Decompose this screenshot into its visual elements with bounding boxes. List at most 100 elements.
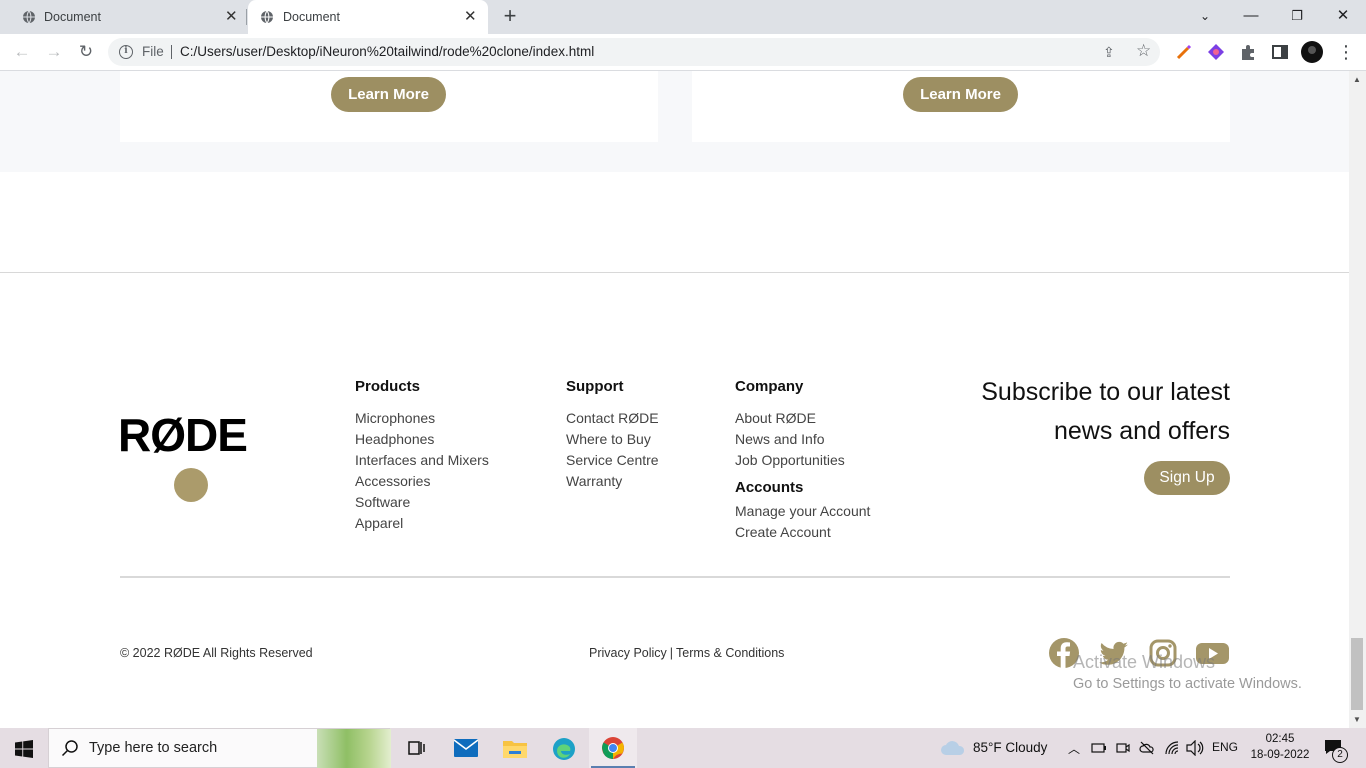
column-title: Products — [355, 378, 421, 395]
minimize-button[interactable]: — — [1239, 5, 1263, 27]
subscribe-line-1: Subscribe to our latest — [981, 378, 1230, 406]
footer-column-products: Products Microphones Headphones Interfac… — [355, 376, 489, 534]
wifi-icon[interactable] — [1164, 740, 1180, 756]
task-view-button[interactable] — [392, 728, 440, 768]
restore-button[interactable]: ❐ — [1285, 5, 1309, 27]
footer-link-apparel[interactable]: Apparel — [355, 513, 489, 534]
browser-menu-icon[interactable]: ⋮ — [1336, 42, 1356, 62]
back-button[interactable]: ← — [12, 42, 32, 62]
terms-link[interactable]: Terms & Conditions — [676, 646, 784, 660]
tab-search-icon[interactable]: ⌄ — [1193, 5, 1217, 27]
scroll-up-arrow-icon[interactable]: ▲ — [1353, 75, 1361, 84]
meet-now-icon[interactable] — [1116, 741, 1130, 755]
chrome-icon — [602, 737, 624, 759]
footer-link-software[interactable]: Software — [355, 492, 489, 513]
footer-column-company: Company About RØDE News and Info Job Opp… — [735, 376, 870, 543]
column-title: Company — [735, 378, 804, 395]
weather-text[interactable]: 85°F Cloudy — [973, 740, 1047, 755]
privacy-policy-link[interactable]: Privacy Policy — [589, 646, 667, 660]
close-window-button[interactable]: ✕ — [1331, 5, 1355, 27]
clock-time: 02:45 — [1265, 733, 1295, 745]
learn-more-button[interactable]: Learn More — [331, 77, 446, 112]
footer-link-interfaces[interactable]: Interfaces and Mixers — [355, 450, 489, 471]
logo-dot — [174, 468, 208, 502]
sign-up-button[interactable]: Sign Up — [1144, 461, 1230, 495]
clock-date: 18-09-2022 — [1250, 749, 1310, 761]
address-bar[interactable]: i File C:/Users/user/Desktop/iNeuron%20t… — [108, 38, 1160, 66]
product-card: Learn More — [692, 71, 1230, 142]
footer-link-service-centre[interactable]: Service Centre — [566, 450, 659, 471]
footer-link-jobs[interactable]: Job Opportunities — [735, 450, 870, 471]
browser-tab-2-active[interactable]: Document ✕ — [248, 0, 488, 34]
weather-cloud-icon[interactable] — [940, 738, 966, 756]
side-panel-icon[interactable] — [1271, 43, 1289, 61]
url-scheme-label: File — [142, 44, 164, 59]
globe-icon — [261, 10, 273, 24]
url-text[interactable]: C:/Users/user/Desktop/iNeuron%20tailwind… — [180, 44, 594, 59]
footer-link-news[interactable]: News and Info — [735, 429, 870, 450]
browser-tab-1[interactable]: Document ✕ — [0, 0, 246, 34]
profile-avatar[interactable] — [1301, 41, 1323, 63]
task-view-icon — [408, 741, 425, 755]
subscribe-line-2: news and offers — [1053, 417, 1230, 445]
mail-icon — [454, 739, 478, 757]
language-indicator[interactable]: ENG — [1212, 740, 1238, 754]
rode-logo[interactable]: RØDE — [118, 407, 248, 463]
edge-icon — [553, 738, 575, 760]
battery-icon[interactable] — [1091, 741, 1107, 755]
search-highlight-image — [317, 729, 391, 768]
share-icon[interactable]: ⇪ — [1103, 44, 1115, 61]
footer-link-contact[interactable]: Contact RØDE — [566, 408, 659, 429]
footer-link-headphones[interactable]: Headphones — [355, 429, 489, 450]
column-title: Support — [566, 378, 624, 395]
footer-link-create-account[interactable]: Create Account — [735, 522, 870, 543]
footer-link-microphones[interactable]: Microphones — [355, 408, 489, 429]
taskbar-clock[interactable]: 02:45 18-09-2022 — [1245, 731, 1315, 763]
extensions-puzzle-icon[interactable] — [1239, 43, 1257, 61]
extension-pen-icon[interactable] — [1175, 43, 1193, 61]
taskbar-file-explorer[interactable] — [491, 728, 539, 768]
bookmark-star-icon[interactable]: ☆ — [1136, 41, 1151, 61]
footer-top-divider — [0, 272, 1349, 273]
windows-start-icon[interactable] — [15, 740, 33, 758]
footer-link-manage-account[interactable]: Manage your Account — [735, 501, 870, 522]
volume-icon[interactable] — [1186, 740, 1204, 756]
forward-button[interactable]: → — [44, 42, 64, 62]
taskbar-mail-app[interactable] — [442, 728, 490, 768]
tab-title: Document — [283, 10, 340, 24]
footer-link-about[interactable]: About RØDE — [735, 408, 870, 429]
product-card: Learn More — [120, 71, 658, 142]
taskbar-edge-browser[interactable] — [540, 728, 588, 768]
extension-diamond-icon[interactable] — [1207, 43, 1225, 61]
tab-title: Document — [44, 10, 101, 24]
address-divider — [171, 45, 172, 59]
new-tab-button[interactable]: + — [500, 5, 520, 28]
footer-link-where-to-buy[interactable]: Where to Buy — [566, 429, 659, 450]
onedrive-off-icon[interactable] — [1139, 740, 1155, 756]
browser-tab-strip: Document ✕ Document ✕ + ⌄ — ❐ ✕ — [0, 0, 1366, 34]
page-scrollbar[interactable]: ▲ ▼ — [1349, 71, 1366, 728]
copyright-text: © 2022 RØDE All Rights Reserved — [120, 646, 313, 660]
close-tab-icon[interactable]: ✕ — [464, 9, 477, 25]
page-viewport: Learn More Learn More RØDE Products Micr… — [0, 71, 1349, 728]
reload-button[interactable]: ↻ — [76, 42, 96, 62]
learn-more-button[interactable]: Learn More — [903, 77, 1018, 112]
cards-section: Learn More Learn More — [0, 71, 1349, 172]
taskbar-chrome-browser[interactable] — [589, 728, 637, 768]
chevron-up-icon[interactable]: ︿ — [1068, 740, 1080, 757]
legal-links: Privacy Policy | Terms & Conditions — [589, 646, 784, 660]
scrollbar-thumb[interactable] — [1351, 638, 1363, 710]
scroll-down-arrow-icon[interactable]: ▼ — [1353, 715, 1361, 724]
notification-badge: 2 — [1332, 747, 1348, 763]
search-icon — [61, 740, 78, 757]
taskbar-search-box[interactable]: Type here to search — [48, 728, 391, 768]
close-tab-icon[interactable]: ✕ — [225, 9, 238, 25]
footer-link-accessories[interactable]: Accessories — [355, 471, 489, 492]
search-placeholder: Type here to search — [89, 740, 218, 756]
legal-separator: | — [669, 646, 674, 660]
footer-link-warranty[interactable]: Warranty — [566, 471, 659, 492]
site-info-icon[interactable]: i — [119, 45, 133, 59]
activate-windows-subtitle: Go to Settings to activate Windows. — [1073, 676, 1302, 692]
subscribe-heading: Subscribe to our latest news and offers — [930, 373, 1230, 451]
folder-icon — [503, 741, 527, 758]
